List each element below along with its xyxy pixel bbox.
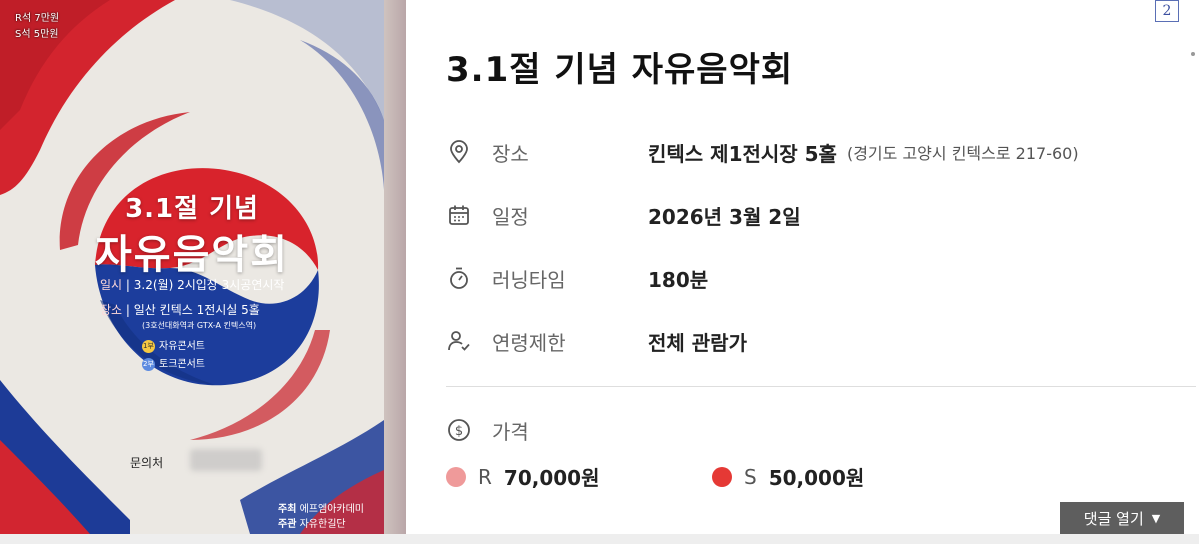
stopwatch-icon [446, 265, 472, 291]
page-number: 2 [1155, 0, 1179, 22]
poster-date: 일시 | 3.2(월) 2시입장 3시공연시작 [100, 278, 285, 292]
bottom-strip [0, 534, 1199, 544]
program1-label: 자유콘서트 [159, 341, 205, 352]
poster-seat-s: S석 5만원 [15, 29, 59, 40]
poster-title-line2: 자유음악회 [95, 232, 289, 278]
program2-badge: 2부 [142, 357, 155, 371]
poster-host-value: 에프엠아카데미 [299, 504, 364, 515]
seat-r-color-dot [446, 466, 466, 487]
caret-down-icon: ▼ [1151, 511, 1161, 525]
open-comments-label: 댓글 열기 [1083, 509, 1144, 528]
poster-venue: 장소 | 일산 킨텍스 1전시실 5홀 [100, 303, 260, 317]
divider [446, 386, 1196, 387]
poster-organizer-label: 주관 [278, 519, 297, 530]
detail-row-date: 일정 2026년 3월 2일 [446, 201, 801, 229]
more-indicator [1191, 52, 1195, 56]
detail-row-runtime: 러닝타임 180분 [446, 264, 708, 292]
price-label: 가격 [492, 419, 529, 444]
calendar-icon [446, 202, 472, 228]
detail-value-venue: 킨텍스 제1전시장 5홀 [648, 141, 837, 166]
location-pin-icon [446, 139, 472, 165]
price-list: R 70,000원 S 50,000원 [446, 462, 864, 491]
detail-label-age: 연령제한 [492, 330, 566, 355]
seat-r-label: R [478, 464, 492, 489]
price-item-s: S 50,000원 [712, 462, 864, 491]
seat-s-label: S [744, 464, 757, 489]
poster-edge [384, 0, 406, 534]
seat-s-color-dot [712, 466, 732, 487]
poster-program1: 1부 자유콘서트 [142, 337, 205, 353]
svg-text:$: $ [455, 424, 463, 439]
price-header: $ 가격 [446, 416, 648, 444]
seat-r-price: 70,000원 [503, 466, 600, 490]
poster-venue-note: (3호선대화역과 GTX-A 킨텍스역) [142, 321, 257, 330]
poster-venue-key: 장소 [100, 303, 123, 317]
poster-date-value: 3.2(월) 2시입장 3시공연시작 [133, 278, 285, 292]
detail-label-runtime: 러닝타임 [492, 267, 566, 292]
detail-label-venue: 장소 [492, 141, 529, 166]
poster-contact-blurred [190, 449, 262, 471]
poster-title-line1: 3.1절 기념 [125, 194, 259, 224]
user-check-icon [446, 328, 472, 354]
event-card: R석 7만원 S석 5만원 3.1절 기념 자유음악회 일시 | 3.2(월) … [0, 0, 1199, 544]
program1-badge: 1부 [142, 339, 155, 353]
poster-venue-value: 일산 킨텍스 1전시실 5홀 [133, 303, 260, 317]
detail-value-runtime: 180분 [648, 267, 709, 292]
detail-row-venue: 장소 킨텍스 제1전시장 5홀 (경기도 고양시 킨텍스로 217-60) [446, 138, 1079, 166]
detail-venue-address: (경기도 고양시 킨텍스로 217-60) [846, 144, 1079, 163]
poster-program2: 2부 토크콘서트 [142, 355, 205, 371]
dollar-circle-icon: $ [446, 417, 472, 443]
detail-label-date: 일정 [492, 204, 529, 229]
poster-host: 주최 에프엠아카데미 [278, 500, 364, 515]
detail-value-age: 전체 관람가 [648, 330, 747, 355]
poster-date-key: 일시 [100, 278, 123, 292]
price-item-r: R 70,000원 [446, 462, 712, 491]
poster-organizer: 주관 자유한길단 [278, 515, 346, 530]
poster-host-label: 주최 [278, 504, 297, 515]
detail-row-age: 연령제한 전체 관람가 [446, 327, 747, 355]
program2-label: 토크콘서트 [159, 359, 205, 370]
poster-seat-r: R석 7만원 [15, 13, 60, 24]
detail-value-date: 2026년 3월 2일 [648, 204, 801, 229]
poster-contact-label: 문의처 [130, 456, 164, 470]
open-comments-button[interactable]: 댓글 열기 ▼ [1060, 502, 1184, 534]
poster-organizer-value: 자유한길단 [299, 519, 346, 530]
seat-s-price: 50,000원 [768, 466, 865, 490]
event-title: 3.1절 기념 자유음악회 [446, 50, 794, 90]
event-poster: R석 7만원 S석 5만원 3.1절 기념 자유음악회 일시 | 3.2(월) … [0, 0, 406, 534]
